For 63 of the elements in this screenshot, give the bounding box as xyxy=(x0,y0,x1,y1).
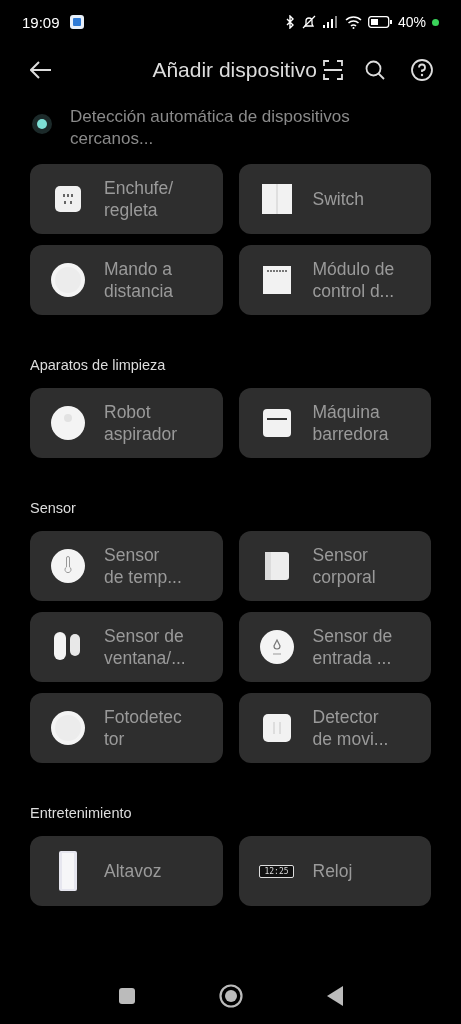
device-card[interactable]: Sensor de temp... xyxy=(30,531,223,601)
device-card[interactable]: Sensor corporal xyxy=(238,531,431,601)
device-label: Enchufe/ regleta xyxy=(104,177,175,221)
wifi-icon xyxy=(344,15,362,29)
detection-status: Detección automática de dispositivos cercanos... xyxy=(70,106,351,150)
page-title: Añadir dispositivo xyxy=(151,58,318,82)
battery-icon xyxy=(367,16,392,28)
square-sensor-icon xyxy=(262,714,291,742)
device-label: Detector de movi... xyxy=(312,706,390,750)
socket-icon xyxy=(55,186,81,212)
scanning-dot-icon xyxy=(32,114,52,134)
clock-display: 12:25 xyxy=(259,864,294,878)
bluetooth-icon xyxy=(284,15,295,29)
device-label: Sensor de entrada ... xyxy=(312,625,394,669)
control-module-icon xyxy=(262,266,291,294)
speaker-icon xyxy=(59,851,77,891)
robot-vacuum-icon xyxy=(51,406,85,440)
battery-percent: 40% xyxy=(397,14,426,30)
sweeper-icon xyxy=(262,409,291,437)
device-card[interactable]: 12:25 Reloj xyxy=(238,836,431,906)
device-card[interactable]: Robot aspirador xyxy=(30,388,223,458)
muted-bell-icon xyxy=(300,15,317,29)
device-card[interactable]: Enchufe/ regleta xyxy=(30,164,223,234)
device-label: Máquina barredora xyxy=(312,401,390,445)
device-label: Mando a distancia xyxy=(104,258,175,302)
wall-switch-icon xyxy=(261,184,292,214)
scan-icon[interactable] xyxy=(323,60,343,80)
device-card[interactable]: Switch xyxy=(238,164,431,234)
device-card[interactable]: Sensor de ventana/... xyxy=(30,612,223,682)
status-dot xyxy=(432,18,439,26)
device-card[interactable]: Máquina barredora xyxy=(238,388,431,458)
round-remote-icon xyxy=(51,263,85,297)
status-time: 19:09 xyxy=(22,13,60,31)
thermometer-sensor-icon xyxy=(51,549,85,583)
app-notification-icon xyxy=(69,15,84,29)
home-button[interactable] xyxy=(218,984,243,1008)
device-label: Fotodetec tor xyxy=(104,706,183,750)
device-card[interactable]: Sensor de entrada ... xyxy=(238,612,431,682)
device-label: Módulo de control d... xyxy=(312,258,396,302)
device-label: Robot aspirador xyxy=(104,401,178,445)
device-label: Sensor corporal xyxy=(312,544,377,588)
section-heading: Entretenimiento xyxy=(30,805,133,821)
device-label: Reloj xyxy=(312,860,354,882)
section-heading: Aparatos de limpieza xyxy=(30,357,167,373)
device-card[interactable]: Detector de movi... xyxy=(238,693,431,763)
round-sensor-icon xyxy=(51,711,85,745)
back-arrow-icon[interactable] xyxy=(30,61,52,79)
device-label: Sensor de ventana/... xyxy=(104,625,187,669)
device-label: Sensor de temp... xyxy=(104,544,183,588)
back-button[interactable] xyxy=(326,986,343,1006)
device-card[interactable]: Módulo de control d... xyxy=(238,245,431,315)
device-label: Altavoz xyxy=(104,860,163,882)
recents-button[interactable] xyxy=(118,988,135,1004)
device-card[interactable]: Fotodetec tor xyxy=(30,693,223,763)
water-sensor-icon xyxy=(259,630,294,664)
device-card[interactable]: Mando a distancia xyxy=(30,245,223,315)
help-icon[interactable] xyxy=(411,59,433,81)
device-label: Switch xyxy=(312,188,366,210)
search-icon[interactable] xyxy=(365,60,385,80)
section-heading: Sensor xyxy=(30,500,77,516)
device-card[interactable]: Altavoz xyxy=(30,836,223,906)
motion-sensor-icon xyxy=(264,552,289,580)
signal-icon xyxy=(322,16,339,28)
